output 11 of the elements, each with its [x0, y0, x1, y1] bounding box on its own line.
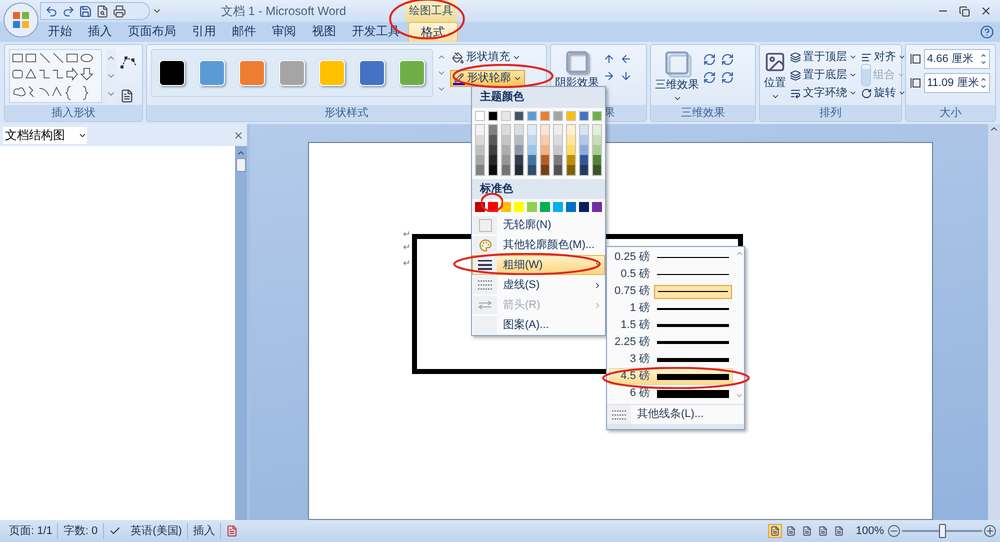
window-title: 文档 1 - Microsoft Word	[220, 3, 346, 20]
group-label: 三维效果	[651, 105, 755, 121]
context-tab-header: 绘图工具	[405, 0, 457, 22]
menu-header: 标准色	[472, 178, 605, 199]
paragraph-mark: ↵	[403, 258, 411, 268]
paragraph-mark: ↵	[403, 242, 411, 252]
group-label: 大小	[906, 105, 995, 121]
group-label: 插入形状	[5, 105, 142, 121]
paragraph-mark: ↵	[403, 229, 411, 239]
group-label: 排列	[760, 105, 901, 121]
menu-header: 主题颜色	[472, 87, 605, 108]
